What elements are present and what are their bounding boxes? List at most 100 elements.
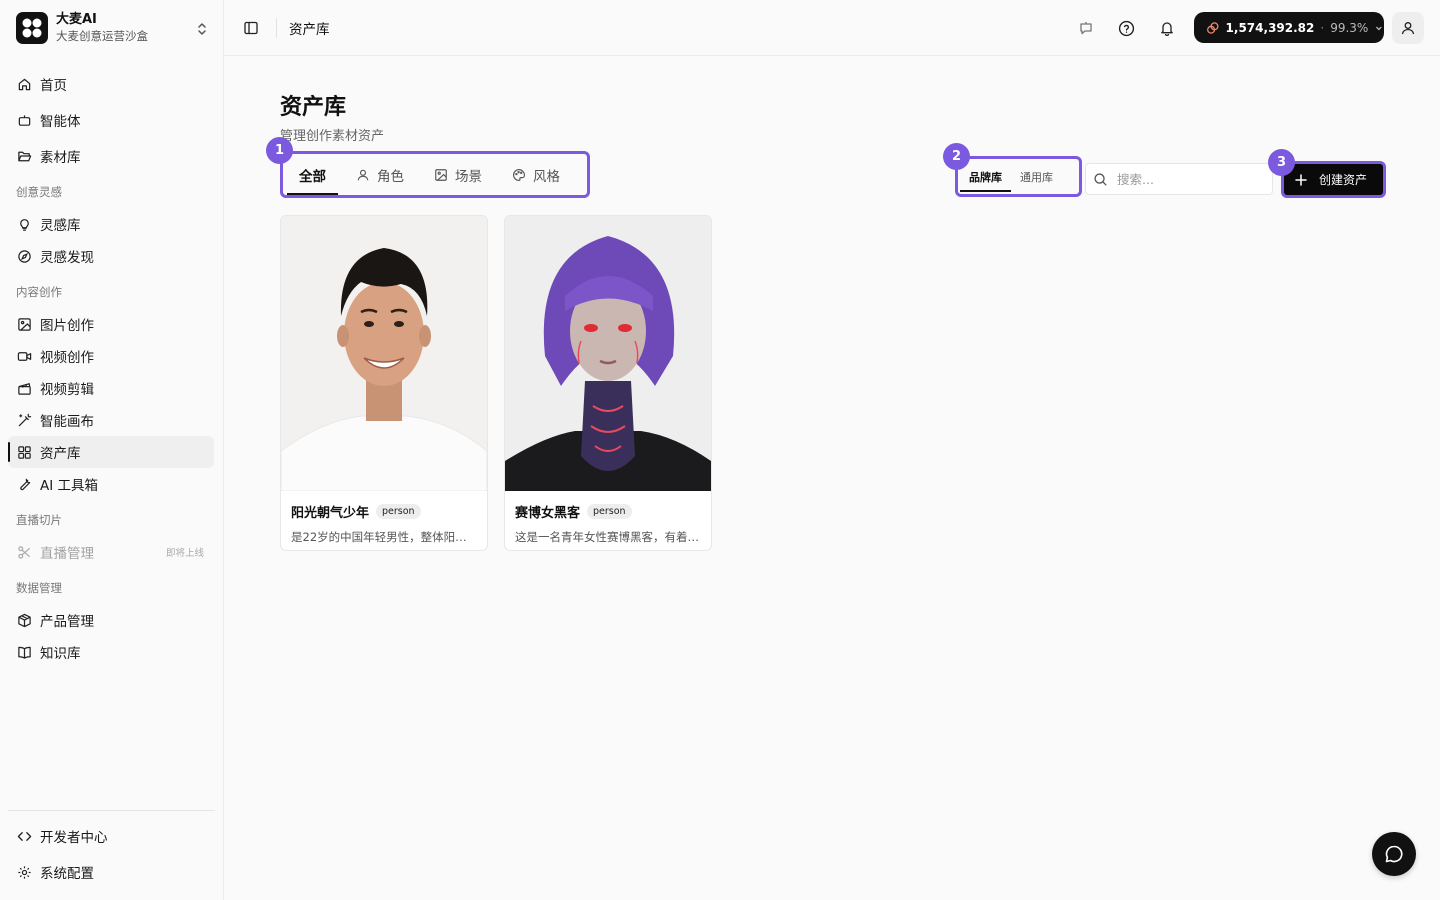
sidebar-item-label: 智能体: [40, 114, 81, 130]
sidebar-item-inspiration-library[interactable]: 灵感库: [8, 208, 214, 240]
workspace-switcher[interactable]: 大麦AI 大麦创意运营沙盒: [16, 12, 216, 44]
credits-amount: 1,574,392.82: [1225, 20, 1315, 35]
tab-scenes[interactable]: 场景: [422, 155, 494, 195]
asset-name: 阳光朝气少年: [291, 506, 370, 521]
magic-wand-icon: [18, 413, 32, 426]
sidebar-item-video-editing[interactable]: 视频剪辑: [8, 372, 214, 404]
sidebar-toggle-button[interactable]: [240, 17, 262, 39]
coming-soon-badge: 即将上线: [165, 548, 204, 559]
sidebar-item-label: 灵感发现: [40, 250, 94, 266]
top-header: 资产库 1,574,392.82 · 99.3%: [224, 0, 1440, 56]
brand-subtitle: 大麦创意运营沙盒: [56, 29, 148, 43]
sidebar: 大麦AI 大麦创意运营沙盒 首页 智能体 素材库 创意灵感 灵感库 灵感发现 内…: [0, 0, 224, 900]
image-icon: [18, 317, 31, 331]
sidebar-item-knowledge-base[interactable]: 知识库: [8, 636, 214, 668]
sidebar-item-video-creation[interactable]: 视频创作: [8, 340, 214, 372]
notifications-button[interactable]: [1156, 17, 1178, 39]
sidebar-item-label: 视频剪辑: [40, 382, 94, 398]
tab-styles[interactable]: 风格: [500, 155, 572, 195]
wrench-icon: [20, 478, 31, 490]
brand-logo: [16, 12, 48, 44]
bot-icon: [18, 114, 31, 126]
tab-all[interactable]: 全部: [287, 155, 338, 195]
video-icon: [17, 351, 32, 361]
nav-group-live: 直播切片: [16, 513, 62, 527]
tab-characters[interactable]: 角色: [344, 155, 416, 195]
nav-group-content: 内容创作: [16, 285, 62, 299]
bell-icon: [1161, 22, 1173, 36]
scissors-icon: [18, 545, 31, 559]
nav-group-data: 数据管理: [16, 581, 62, 595]
sidebar-item-label: 系统配置: [40, 866, 94, 882]
asset-name: 赛博女黑客: [515, 506, 581, 521]
category-tabs: 全部 角色 场景 风格: [280, 151, 590, 198]
bot-message-icon: [1080, 22, 1092, 35]
credits-percent: 99.3%: [1330, 20, 1369, 35]
book-open-icon: [18, 646, 31, 659]
panel-left-icon: [244, 21, 258, 35]
sidebar-divider: [8, 810, 215, 811]
message-circle-icon: [1385, 845, 1403, 863]
annotation-marker: 3: [1268, 149, 1295, 176]
chevron-up-down-icon: [196, 21, 208, 40]
help-button[interactable]: [1115, 17, 1137, 39]
tab-brand-library[interactable]: 品牌库: [960, 162, 1011, 192]
user-avatar-button[interactable]: [1392, 12, 1424, 44]
sidebar-item-inspiration-discover[interactable]: 灵感发现: [8, 240, 214, 272]
tab-general-library[interactable]: 通用库: [1011, 162, 1062, 192]
sidebar-item-ai-toolbox[interactable]: AI 工具箱: [8, 468, 214, 500]
compass-icon: [18, 249, 31, 263]
sidebar-item-label: 资产库: [40, 446, 81, 462]
library-switch: 品牌库 通用库: [955, 156, 1082, 197]
breadcrumb: 资产库: [289, 22, 330, 38]
logo-icon: [22, 18, 42, 38]
chat-button[interactable]: [1372, 832, 1416, 876]
sidebar-item-image-creation[interactable]: 图片创作: [8, 308, 214, 340]
annotation-marker: 1: [266, 137, 293, 164]
asset-description: 是22岁的中国年轻男性，整体阳光帅气的形象: [291, 530, 477, 544]
home-icon: [18, 78, 31, 90]
sidebar-item-label: 产品管理: [40, 614, 94, 630]
asset-card[interactable]: 赛博女黑客 person 这是一名青年女性赛博黑客，有着紫色短发: [504, 215, 712, 551]
help-circle-icon: [1118, 20, 1134, 36]
search-box: [1085, 163, 1273, 195]
sidebar-item-asset-library[interactable]: 资产库: [8, 436, 214, 468]
tab-label: 全部: [299, 168, 326, 185]
sidebar-item-home[interactable]: 首页: [8, 68, 214, 100]
page-title: 资产库: [280, 95, 347, 120]
brand-name: 大麦AI: [56, 12, 97, 27]
header-separator: [276, 18, 277, 38]
grid-icon: [18, 445, 31, 459]
user-icon: [357, 169, 369, 180]
credits-separator: ·: [1320, 20, 1325, 35]
create-asset-button[interactable]: 创建资产: [1281, 161, 1386, 198]
sidebar-item-materials[interactable]: 素材库: [8, 140, 214, 172]
sidebar-item-smart-canvas[interactable]: 智能画布: [8, 404, 214, 436]
folder-open-icon: [18, 151, 32, 161]
tab-label: 角色: [377, 168, 404, 185]
sidebar-item-label: 知识库: [40, 646, 81, 662]
asset-type-badge: person: [587, 504, 632, 519]
sidebar-item-label: 视频创作: [40, 350, 94, 366]
sidebar-item-system-settings[interactable]: 系统配置: [8, 856, 214, 888]
sidebar-item-label: 开发者中心: [40, 830, 108, 846]
sidebar-item-developer-center[interactable]: 开发者中心: [8, 820, 214, 852]
sidebar-item-product-management[interactable]: 产品管理: [8, 604, 214, 636]
palette-icon: [513, 168, 525, 181]
sidebar-item-label: 素材库: [40, 150, 81, 166]
asset-card[interactable]: 阳光朝气少年 person 是22岁的中国年轻男性，整体阳光帅气的形象: [280, 215, 488, 551]
sidebar-item-label: 直播管理: [40, 546, 94, 562]
assistant-button[interactable]: [1075, 17, 1097, 39]
chevron-down-icon: [1376, 26, 1383, 30]
sidebar-item-label: 灵感库: [40, 218, 81, 234]
search-input[interactable]: [1117, 171, 1262, 187]
sidebar-item-live-management: 直播管理 即将上线: [8, 536, 214, 568]
create-asset-label: 创建资产: [1319, 173, 1368, 187]
sidebar-item-agents[interactable]: 智能体: [8, 104, 214, 136]
user-icon: [1401, 22, 1415, 35]
credits-balance-button[interactable]: 1,574,392.82 · 99.3%: [1194, 12, 1384, 43]
plus-icon: [1295, 173, 1307, 186]
asset-thumbnail: [505, 216, 711, 491]
annotation-marker: 2: [943, 143, 970, 170]
package-icon: [18, 613, 31, 627]
